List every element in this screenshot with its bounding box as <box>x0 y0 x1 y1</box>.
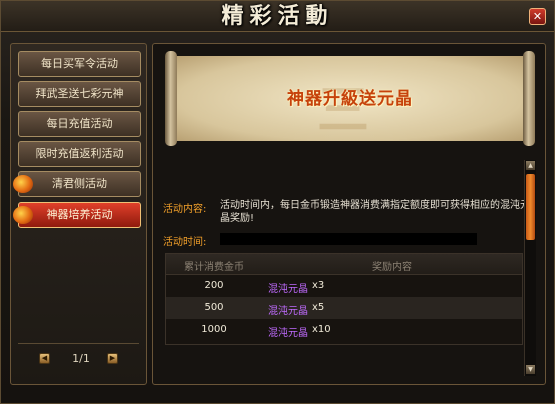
sidebar-item-label: 每日充值活动 <box>46 117 113 130</box>
banner-title: 神器升級送元晶 <box>287 89 413 109</box>
page-indicator: 1/1 <box>72 352 90 365</box>
arrow-left-icon: ◀ <box>41 354 48 362</box>
table-row: 1000 混沌元晶 x10 <box>166 319 522 341</box>
next-page-button[interactable]: ▶ <box>107 353 118 364</box>
activity-banner: 三 神器升級送元晶 <box>165 51 535 146</box>
content-label: 活动内容: <box>163 204 207 215</box>
hot-badge-icon <box>13 175 33 193</box>
reward-qty-cell: x3 <box>312 280 325 291</box>
sidebar-item-label: 神器培养活动 <box>46 208 113 221</box>
sidebar-item-label: 清君侧活动 <box>52 177 107 190</box>
sidebar-item-daily-recharge[interactable]: 每日充值活动 <box>18 111 141 137</box>
activity-detail-panel: 三 神器升級送元晶 活动内容: 活动时间内，每日金币锻造神器消费满指定额度即可获… <box>152 43 546 385</box>
pager: ◀ 1/1 ▶ <box>11 350 148 370</box>
scroll-thumb[interactable] <box>526 174 535 240</box>
reward-item-cell[interactable]: 混沌元晶 <box>268 280 308 295</box>
column-header-reward: 奖励内容 <box>372 262 412 273</box>
arrow-down-icon: ▼ <box>528 366 533 373</box>
table-row: 500 混沌元晶 x5 <box>166 297 522 319</box>
reward-qty-cell: x10 <box>312 324 331 335</box>
sidebar-item-military-order[interactable]: 每日买军令活动 <box>18 51 141 77</box>
sidebar-item-label: 每日买军令活动 <box>41 57 118 70</box>
activity-sidebar: 每日买军令活动 拜武圣送七彩元神 每日充值活动 限时充值返利活动 清君侧活动 神… <box>10 43 147 385</box>
sidebar-item-label: 拜武圣送七彩元神 <box>35 87 124 100</box>
sidebar-divider <box>18 343 139 344</box>
sidebar-item-worship[interactable]: 拜武圣送七彩元神 <box>18 81 141 107</box>
reward-item-cell[interactable]: 混沌元晶 <box>268 324 308 339</box>
activity-window: 精彩活動 ✕ 每日买军令活动 拜武圣送七彩元神 每日充值活动 限时充值返利活动 … <box>0 0 555 404</box>
sidebar-item-qingjunce[interactable]: 清君侧活动 <box>13 171 141 197</box>
hot-badge-icon <box>13 206 33 224</box>
close-button[interactable]: ✕ <box>529 8 546 25</box>
table-row: 200 混沌元晶 x3 <box>166 275 522 297</box>
time-label: 活动时间: <box>163 237 207 248</box>
activity-time-value <box>220 233 477 245</box>
amount-cell: 500 <box>204 302 224 313</box>
arrow-right-icon: ▶ <box>109 354 116 362</box>
arrow-up-icon: ▲ <box>528 162 533 169</box>
scroll-down-button[interactable]: ▼ <box>526 365 535 374</box>
title-bar: 精彩活動 ✕ <box>1 1 554 32</box>
reward-table: 累计消费金币 奖励内容 200 混沌元晶 x3 500 混沌元晶 x5 1000… <box>165 253 523 345</box>
sidebar-item-artifact[interactable]: 神器培养活动 <box>13 202 141 228</box>
close-icon: ✕ <box>532 10 543 23</box>
content-text: 活动时间内，每日金币锻造神器消费满指定额度即可获得相应的混沌元晶奖励! <box>220 200 530 224</box>
amount-cell: 1000 <box>201 324 227 335</box>
reward-qty-cell: x5 <box>312 302 325 313</box>
sidebar-item-label: 限时充值返利活动 <box>35 147 124 160</box>
reward-item-cell[interactable]: 混沌元晶 <box>268 302 308 317</box>
prev-page-button[interactable]: ◀ <box>39 353 50 364</box>
amount-cell: 200 <box>204 280 224 291</box>
detail-scrollbar[interactable]: ▲ ▼ <box>524 160 536 376</box>
scroll-up-button[interactable]: ▲ <box>526 161 535 170</box>
sidebar-item-recharge-rebate[interactable]: 限时充值返利活动 <box>18 141 141 167</box>
table-header: 累计消费金币 奖励内容 <box>166 254 522 275</box>
column-header-amount: 累计消费金币 <box>184 262 244 273</box>
window-title: 精彩活動 <box>221 3 334 29</box>
